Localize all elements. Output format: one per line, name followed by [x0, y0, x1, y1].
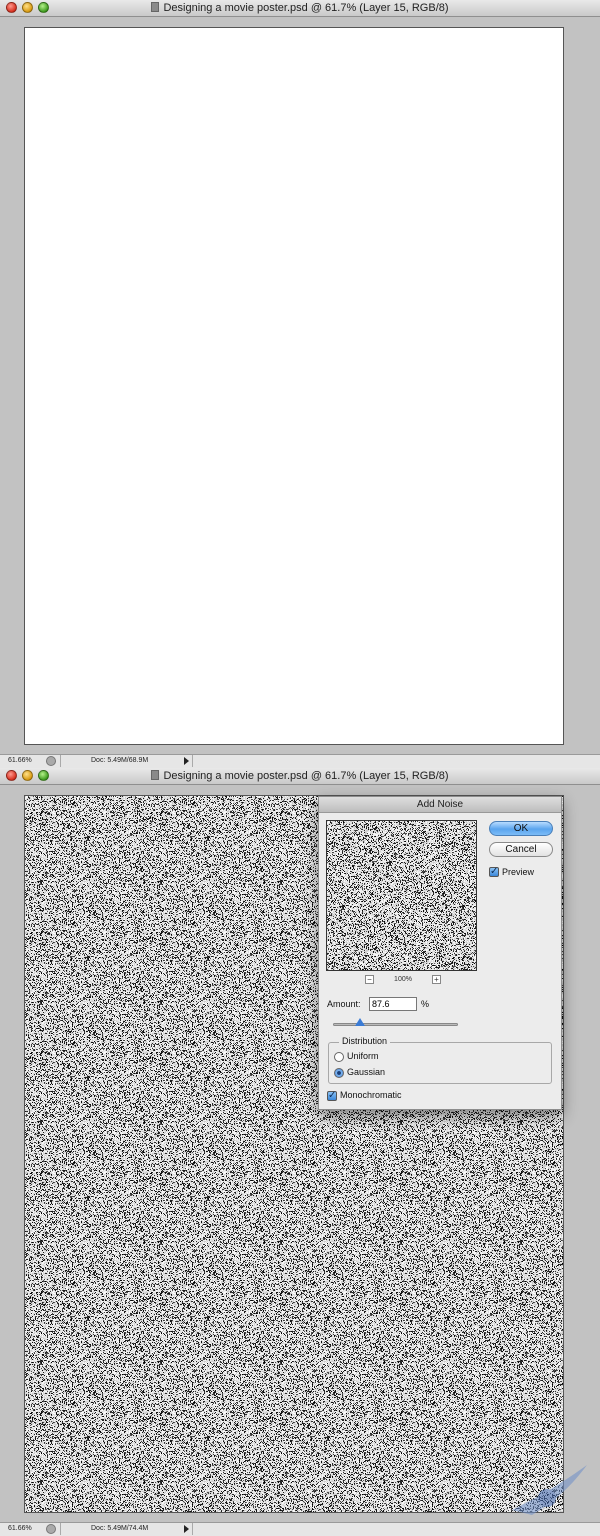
document-icon	[151, 2, 160, 12]
status-menu-icon[interactable]	[46, 756, 56, 766]
ok-button[interactable]: OK	[489, 821, 553, 836]
amount-label: Amount:	[327, 999, 361, 1009]
monochromatic-checkbox[interactable]: ✓	[327, 1091, 337, 1101]
amount-input[interactable]: 87.6	[369, 997, 417, 1011]
zoom-level[interactable]: 61.66%	[8, 757, 32, 764]
status-bar: 61.66% Doc: 5.49M/74.4M	[0, 1522, 600, 1536]
cancel-button[interactable]: Cancel	[489, 842, 553, 857]
monochromatic-label: Monochromatic	[340, 1090, 402, 1100]
window-title: Designing a movie poster.psd @ 61.7% (La…	[0, 769, 600, 783]
zoom-level[interactable]: 61.66%	[8, 1525, 32, 1532]
zoom-in-button[interactable]: +	[432, 975, 441, 984]
doc-size: Doc: 5.49M/68.9M	[60, 755, 182, 767]
watermark-logo	[512, 1465, 587, 1515]
blank-canvas[interactable]	[24, 27, 564, 745]
dialog-title: Add Noise	[319, 797, 561, 813]
status-divider	[192, 1523, 193, 1535]
status-arrow-icon[interactable]	[184, 757, 189, 765]
preview-zoom-controls: − 100% +	[365, 975, 441, 986]
doc-size: Doc: 5.49M/74.4M	[60, 1523, 182, 1535]
title-bar[interactable]: Designing a movie poster.psd @ 61.7% (La…	[0, 768, 600, 785]
amount-unit: %	[421, 999, 430, 1009]
status-divider	[192, 755, 193, 767]
preview-checkbox[interactable]: ✓	[489, 867, 499, 877]
preview-label: Preview	[502, 867, 535, 877]
preview-zoom-value: 100%	[394, 976, 412, 983]
window-title-text: Designing a movie poster.psd @ 61.7% (La…	[163, 2, 449, 14]
document-window-top: Designing a movie poster.psd @ 61.7% (La…	[0, 0, 600, 768]
zoom-out-button[interactable]: −	[365, 975, 374, 984]
status-menu-icon[interactable]	[46, 1524, 56, 1534]
status-arrow-icon[interactable]	[184, 1525, 189, 1533]
distribution-group	[328, 1042, 552, 1084]
uniform-label: Uniform	[347, 1051, 379, 1061]
add-noise-dialog: Add Noise − 100% + OK Cancel ✓ Preview A…	[318, 796, 562, 1110]
amount-slider-track[interactable]	[333, 1023, 458, 1026]
title-bar[interactable]: Designing a movie poster.psd @ 61.7% (La…	[0, 0, 600, 17]
gaussian-label: Gaussian	[347, 1067, 386, 1077]
gaussian-radio[interactable]	[334, 1068, 344, 1078]
window-title-text: Designing a movie poster.psd @ 61.7% (La…	[163, 770, 449, 782]
status-bar: 61.66% Doc: 5.49M/68.9M	[0, 754, 600, 768]
distribution-label: Distribution	[339, 1036, 391, 1046]
amount-slider-thumb[interactable]	[355, 1018, 365, 1026]
logo-circle	[538, 1489, 556, 1507]
window-title: Designing a movie poster.psd @ 61.7% (La…	[0, 1, 600, 15]
preview-thumbnail[interactable]	[326, 820, 477, 971]
uniform-radio[interactable]	[334, 1052, 344, 1062]
document-icon	[151, 770, 160, 780]
